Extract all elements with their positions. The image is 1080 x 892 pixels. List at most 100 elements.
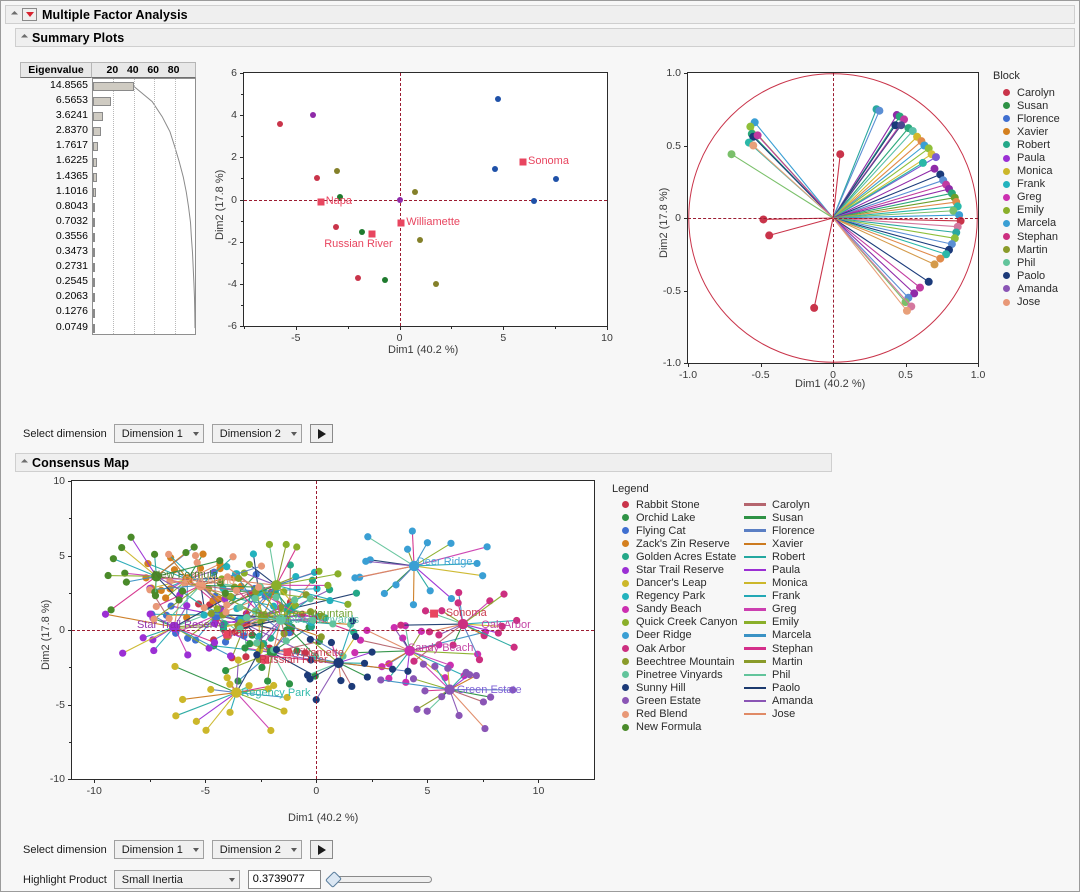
- product-legend-label: Pinetree Vinyards: [636, 668, 723, 681]
- block-legend-label: Florence: [772, 524, 815, 537]
- correlation-circle-plot[interactable]: [687, 72, 979, 364]
- product-legend-item[interactable]: Pinetree Vinyards: [612, 668, 738, 681]
- block-line-legend-item[interactable]: Stephan: [742, 642, 815, 655]
- red-triangle-menu-icon[interactable]: [22, 8, 37, 21]
- block-legend-item[interactable]: Frank: [993, 178, 1060, 191]
- legend-color-line: [744, 660, 766, 663]
- product-legend-item[interactable]: Quick Creek Canyon: [612, 616, 738, 629]
- legend-color-dot: [1003, 141, 1010, 149]
- x-tick-label: 0.5: [898, 369, 913, 381]
- dimension-1-select[interactable]: Dimension 1: [113, 424, 204, 443]
- product-legend-item[interactable]: Orchid Lake: [612, 511, 738, 524]
- legend-color-line: [744, 647, 766, 650]
- data-point: [333, 167, 340, 174]
- product-legend-item[interactable]: Regency Park: [612, 590, 738, 603]
- y-tick-label: 0: [231, 193, 237, 206]
- y-tick-label: -4: [227, 277, 237, 290]
- product-legend-label: Quick Creek Canyon: [636, 616, 738, 629]
- x-tick-mark: [316, 779, 318, 783]
- legend-color-line: [744, 712, 766, 716]
- eigenvalue-cell: 1.7617: [55, 139, 88, 152]
- block-legend-item[interactable]: Phil: [993, 256, 1060, 269]
- dimension-2-select[interactable]: Dimension 2: [211, 424, 302, 443]
- apply-dimension-button[interactable]: [309, 424, 333, 443]
- block-line-legend-item[interactable]: Carolyn: [742, 498, 815, 511]
- product-legend-item[interactable]: Zack's Zin Reserve: [612, 537, 738, 550]
- x-tick-mark: [607, 326, 608, 330]
- apply-dimension-button[interactable]: [309, 840, 333, 859]
- block-legend-item[interactable]: Paolo: [993, 269, 1060, 282]
- dimension-1-select[interactable]: Dimension 1: [113, 840, 204, 859]
- block-legend-item[interactable]: Amanda: [993, 282, 1060, 295]
- group-label: Williamette: [406, 216, 461, 229]
- x-tick-label: -5: [200, 785, 210, 797]
- block-line-legend-item[interactable]: Greg: [742, 603, 815, 616]
- product-legend-item[interactable]: Golden Acres Estate: [612, 550, 738, 563]
- individuals-scatter-plot[interactable]: Sonoma Napa Williamette Russian River: [243, 72, 608, 327]
- block-legend-item[interactable]: Susan: [993, 99, 1060, 112]
- product-legend-item[interactable]: Deer Ridge: [612, 629, 738, 642]
- product-legend-item[interactable]: Flying Cat: [612, 524, 738, 537]
- product-legend-item[interactable]: Green Estate: [612, 694, 738, 707]
- y-tick-label: 6: [231, 67, 237, 79]
- data-point: [432, 280, 439, 287]
- product-legend-item[interactable]: New Formula: [612, 721, 738, 734]
- product-legend-item[interactable]: Sandy Beach: [612, 603, 738, 616]
- multiple-factor-analysis-header[interactable]: Multiple Factor Analysis: [5, 5, 1075, 24]
- eigenvalue-bar-plot: [92, 78, 196, 335]
- block-line-legend-item[interactable]: Susan: [742, 511, 815, 524]
- highlight-product-select[interactable]: Small Inertia: [113, 870, 240, 889]
- legend-color-dot: [622, 671, 629, 679]
- block-line-legend-item[interactable]: Robert: [742, 550, 815, 563]
- block-line-legend-item[interactable]: Jose: [742, 708, 815, 721]
- disclosure-triangle-icon[interactable]: [20, 33, 29, 42]
- block-line-legend-item[interactable]: Martin: [742, 655, 815, 668]
- product-legend-item[interactable]: Oak Arbor: [612, 642, 738, 655]
- disclosure-triangle-icon[interactable]: [10, 10, 19, 19]
- block-line-legend-item[interactable]: Phil: [742, 668, 815, 681]
- block-legend-item[interactable]: Martin: [993, 243, 1060, 256]
- inertia-slider[interactable]: [324, 870, 432, 889]
- disclosure-triangle-icon[interactable]: [20, 458, 29, 467]
- block-line-legend-item[interactable]: Emily: [742, 616, 815, 629]
- block-line-legend-item[interactable]: Paolo: [742, 681, 815, 694]
- block-line-legend-item[interactable]: Paula: [742, 563, 815, 576]
- block-legend-item[interactable]: Xavier: [993, 125, 1060, 138]
- product-legend-item[interactable]: Red Blend: [612, 708, 738, 721]
- y-tick-label: 0.5: [666, 139, 681, 152]
- block-legend-item[interactable]: Greg: [993, 191, 1060, 204]
- summary-plots-header[interactable]: Summary Plots: [15, 28, 1075, 47]
- product-legend-item[interactable]: Dancer's Leap: [612, 577, 738, 590]
- block-legend-label: Florence: [1017, 112, 1060, 125]
- block-legend-item[interactable]: Florence: [993, 112, 1060, 125]
- product-legend-item[interactable]: Sunny Hill: [612, 681, 738, 694]
- block-legend-item[interactable]: Emily: [993, 204, 1060, 217]
- block-legend-item[interactable]: Robert: [993, 138, 1060, 151]
- block-legend-item[interactable]: Stephan: [993, 230, 1060, 243]
- block-line-legend-item[interactable]: Frank: [742, 590, 815, 603]
- block-legend-label: Martin: [772, 655, 803, 668]
- legend-color-dot: [1003, 115, 1010, 123]
- block-line-legend-item[interactable]: Amanda: [742, 694, 815, 707]
- block-legend-item[interactable]: Paula: [993, 151, 1060, 164]
- eigenvalue-gridline: [174, 79, 176, 334]
- dimension-2-select[interactable]: Dimension 2: [211, 840, 302, 859]
- block-line-legend-item[interactable]: Florence: [742, 524, 815, 537]
- inertia-value-field[interactable]: 0.3739077: [247, 870, 321, 889]
- legend-color-line: [744, 516, 766, 519]
- summary-select-dimension-row: Select dimension Dimension 1 Dimension 2: [23, 424, 333, 443]
- block-line-legend-item[interactable]: Xavier: [742, 537, 815, 550]
- consensus-map-plot[interactable]: New Formula Red Blend Star Trail Reserve Be…: [71, 480, 595, 780]
- block-legend-item[interactable]: Jose: [993, 296, 1060, 309]
- block-legend-item[interactable]: Marcela: [993, 217, 1060, 230]
- block-line-legend-item[interactable]: Marcela: [742, 629, 815, 642]
- block-legend-item[interactable]: Monica: [993, 165, 1060, 178]
- product-legend-item[interactable]: Rabbit Stone: [612, 498, 738, 511]
- block-line-legend-item[interactable]: Monica: [742, 577, 815, 590]
- product-legend-item[interactable]: Beechtree Mountain: [612, 655, 738, 668]
- product-legend-item[interactable]: Star Trail Reserve: [612, 563, 738, 576]
- consensus-map-header[interactable]: Consensus Map: [15, 453, 832, 472]
- eigenvalue-cell: 0.2063: [55, 290, 88, 303]
- block-legend-item[interactable]: Carolyn: [993, 86, 1060, 99]
- slider-knob[interactable]: [324, 871, 342, 888]
